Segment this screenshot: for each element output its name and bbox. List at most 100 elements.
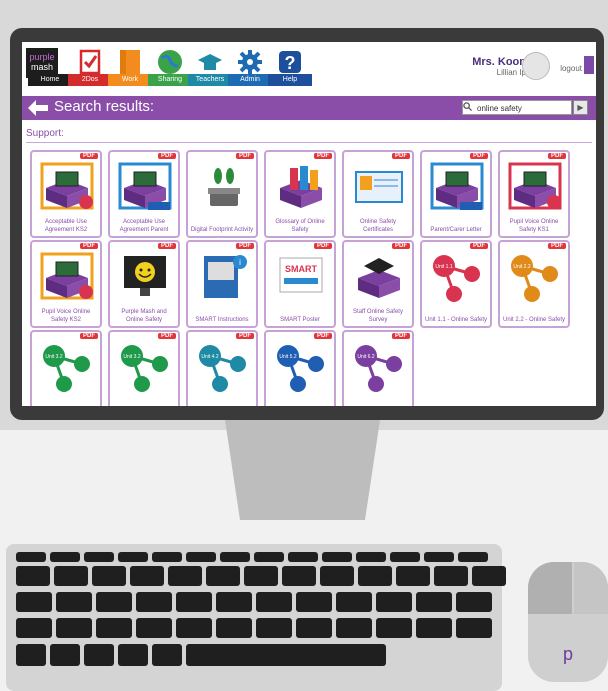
unit-tag: Unit 2.2 [513,264,530,270]
keyboard-key [376,592,412,612]
pdf-badge: PDF [470,153,488,159]
resource-thumbnail [40,162,94,210]
pdf-badge: PDF [392,333,410,339]
keyboard-key [256,618,292,638]
nav-label: Help [268,74,312,86]
pdf-badge: PDF [158,153,176,159]
resource-thumbnail [124,256,166,296]
resource-tile[interactable]: PDF Unit 5.2 [264,330,336,406]
keyboard-key [130,566,164,586]
keyboard [6,544,506,691]
resource-tile[interactable]: PDF Pupil Voice Online Safety KS1 [498,150,570,238]
pdf-badge: PDF [236,333,254,339]
checklist-icon [79,49,101,75]
keyboard-key [216,592,252,612]
resource-tile[interactable]: PDF SMART SMART Poster [264,240,336,328]
resource-tile[interactable]: PDF Digital Footprint Activity [186,150,258,238]
logout-link[interactable]: logout [560,64,582,73]
nav-teachers[interactable]: Teachers [188,48,232,92]
resource-thumbnail: Unit 2.2 [511,255,558,302]
keyboard-key [176,618,212,638]
nav-label: Admin [228,74,272,86]
resource-tile[interactable]: PDF Acceptable Use Agreement Parent [108,150,180,238]
resource-tile[interactable]: PDF Unit 6.2 [342,330,414,406]
user-info: Mrs. Koon Lillian Ip [472,56,526,77]
divider [26,142,592,143]
keyboard-key [186,552,216,562]
keyboard-key [396,566,430,586]
nav-2dos[interactable]: 2Dos [68,48,112,92]
keyboard-key [472,566,506,586]
nav-sharing[interactable]: Sharing [148,48,192,92]
pdf-badge: PDF [392,153,410,159]
resource-tile[interactable]: PDF Unit 3.2 [108,330,180,406]
spacebar-key [186,644,386,666]
nav-admin[interactable]: Admin [228,48,272,92]
nav-help[interactable]: ? Help [268,48,312,92]
resource-caption: Parent/Carer Letter [430,227,482,233]
resource-caption: Unit 2.2 - Online Safety [502,317,566,323]
resource-thumbnail: Unit 5.2 [277,345,324,392]
resource-caption: Acceptable Use Agreement KS2 [44,219,88,233]
resource-tile[interactable]: PDF Unit 2.2 Unit 2.2 - Online Safety [498,240,570,328]
nav-label: Home [28,74,72,86]
keyboard-key [220,552,250,562]
resource-thumbnail: SMART [279,257,323,293]
resource-tile[interactable]: PDF Online Safety Certificates [342,150,414,238]
keyboard-key [458,552,488,562]
keyboard-key [356,552,386,562]
resource-tile[interactable]: PDF Pupil Voice Online Safety KS2 [30,240,102,328]
keyboard-key [56,592,92,612]
user-name: Mrs. Koon [472,56,526,68]
unit-tag: Unit 3.2 [45,354,62,360]
keyboard-key [16,592,52,612]
help-icon: ? [279,51,301,73]
keyboard-key [16,566,50,586]
resource-thumbnail: Unit 1.1 [433,255,480,302]
resource-caption: Unit 1.1 - Online Safety [424,317,488,323]
resource-tile[interactable]: PDF Parent/Carer Letter [420,150,492,238]
pdf-badge: PDF [80,243,98,249]
keyboard-key [136,592,172,612]
resource-tile[interactable]: PDF Staff Online Safety Survey [342,240,414,328]
keyboard-key [96,592,132,612]
keyboard-key [152,644,182,666]
nav-label: 2Dos [68,74,112,86]
resource-caption: Glossary of Online Safety [275,219,325,233]
keyboard-key [390,552,420,562]
keyboard-key [296,592,332,612]
resource-tile[interactable]: PDF Purple Mash and Online Safety [108,240,180,328]
keyboard-key [456,618,492,638]
user-subtitle: Lillian Ip [496,68,526,77]
pdf-badge: PDF [236,243,254,249]
unit-tag: Unit 5.2 [279,354,296,360]
resource-tile[interactable]: PDF i SMART Instructions [186,240,258,328]
resource-tile[interactable]: PDF Glossary of Online Safety [264,150,336,238]
resource-tile[interactable]: PDF Unit 3.2 [30,330,102,406]
resource-thumbnail [355,171,403,203]
nav-home[interactable]: Home [28,48,72,92]
pdf-badge: PDF [80,333,98,339]
door-icon[interactable] [584,56,594,74]
nav-label: Teachers [188,74,232,86]
pdf-badge: PDF [548,243,566,249]
keyboard-key [376,618,412,638]
pdf-badge: PDF [314,243,332,249]
keyboard-key [322,552,352,562]
avatar[interactable] [522,52,550,80]
search-go-button[interactable]: ▶ [573,100,588,115]
back-arrow-icon[interactable] [28,100,48,116]
resource-tile[interactable]: PDF Acceptable Use Agreement KS2 [30,150,102,238]
nav-label: Work [108,74,152,86]
resource-caption: Pupil Voice Online Safety KS2 [41,309,91,323]
pdf-badge: PDF [80,153,98,159]
search-input[interactable]: online safety [462,100,572,115]
keyboard-key [176,592,212,612]
unit-tag: Unit 3.2 [123,354,140,360]
resource-tile[interactable]: PDF Unit 4.2 [186,330,258,406]
resource-caption: Pupil Voice Online Safety KS1 [509,219,559,233]
resource-tile[interactable]: PDF Unit 1.1 Unit 1.1 - Online Safety [420,240,492,328]
resource-caption: SMART Poster [280,317,320,323]
nav-work[interactable]: Work [108,48,152,92]
graduation-cap-icon [198,54,222,70]
